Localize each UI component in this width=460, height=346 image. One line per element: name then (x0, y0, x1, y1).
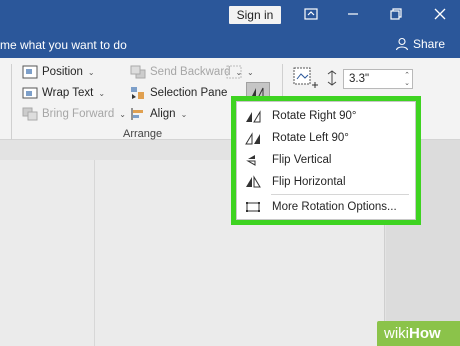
selection-pane-button[interactable]: Selection Pane (130, 86, 227, 100)
height-value: 3.3" (349, 73, 370, 85)
spin-down-icon[interactable]: ⌄ (404, 80, 410, 88)
height-input[interactable]: 3.3" ⌃ ⌄ (343, 69, 413, 89)
chevron-down-icon: ⌄ (247, 67, 254, 77)
group-button[interactable]: ⌄ (226, 65, 254, 79)
share-button[interactable]: Share (395, 37, 445, 51)
flip-vertical-icon (245, 153, 261, 167)
rotate-right-icon (245, 109, 261, 123)
flip-horizontal-icon (245, 175, 261, 189)
menu-item-flip-vertical[interactable]: Flip Vertical (237, 149, 415, 171)
tell-me-bar: me what you want to do Share (0, 33, 460, 58)
send-backward-icon (130, 65, 146, 79)
position-icon (22, 65, 38, 79)
chevron-down-icon: ⌄ (180, 109, 188, 119)
position-label: Position (42, 66, 83, 78)
arrange-group-label: Arrange (123, 128, 163, 140)
restore-icon[interactable] (388, 6, 404, 22)
wrap-text-button[interactable]: Wrap Text ⌄ (22, 86, 105, 100)
group-separator (11, 64, 12, 140)
tell-me-search[interactable]: me what you want to do (0, 38, 127, 52)
chevron-down-icon: ⌄ (98, 88, 106, 98)
title-bar: Sign in (0, 0, 460, 33)
minimize-icon[interactable] (345, 6, 361, 22)
rotate-right-label: Rotate Right 90° (272, 110, 357, 122)
flip-horizontal-label: Flip Horizontal (272, 176, 346, 188)
share-label: Share (413, 37, 446, 51)
chevron-down-icon: ⌄ (119, 109, 126, 119)
rotate-left-icon (245, 131, 261, 145)
sign-in-button[interactable]: Sign in (229, 6, 281, 24)
page-margin-line (94, 160, 95, 346)
align-icon (130, 107, 146, 121)
ribbon-display-options-icon[interactable] (303, 6, 319, 22)
align-button[interactable]: Align ⌄ (130, 107, 187, 121)
close-icon[interactable] (432, 6, 448, 22)
spin-up-icon[interactable]: ⌃ (404, 72, 410, 80)
height-icon (325, 70, 339, 86)
person-icon (395, 37, 409, 51)
selection-pane-icon (130, 86, 146, 100)
bring-forward-label: Bring Forward (42, 108, 115, 120)
wrap-text-label: Wrap Text (42, 87, 94, 99)
more-rotation-options-label: More Rotation Options... (272, 201, 397, 213)
selection-pane-label: Selection Pane (150, 87, 228, 99)
wrap-text-icon (22, 86, 38, 100)
align-label: Align (150, 108, 176, 120)
menu-item-rotate-right[interactable]: Rotate Right 90° (237, 105, 415, 127)
chevron-down-icon: ⌄ (87, 67, 95, 77)
crop-button[interactable] (291, 65, 321, 96)
bring-forward-icon (22, 107, 38, 121)
crop-icon (291, 65, 321, 96)
send-backward-label: Send Backward (150, 66, 231, 78)
rotate-left-label: Rotate Left 90° (272, 132, 349, 144)
rotation-options-icon (245, 200, 261, 214)
position-button[interactable]: Position ⌄ (22, 65, 95, 79)
menu-item-flip-horizontal[interactable]: Flip Horizontal (237, 171, 415, 193)
bring-forward-button[interactable]: Bring Forward ⌄ (22, 107, 126, 121)
wikihow-watermark: wikiHow (377, 321, 460, 346)
menu-separator (271, 194, 409, 195)
flip-vertical-label: Flip Vertical (272, 154, 332, 166)
menu-item-rotate-left[interactable]: Rotate Left 90° (237, 127, 415, 149)
rotate-menu: Rotate Right 90° Rotate Left 90° Flip Ve… (236, 101, 416, 220)
group-icon (226, 65, 242, 79)
menu-item-more-rotation-options[interactable]: More Rotation Options... (237, 196, 415, 218)
